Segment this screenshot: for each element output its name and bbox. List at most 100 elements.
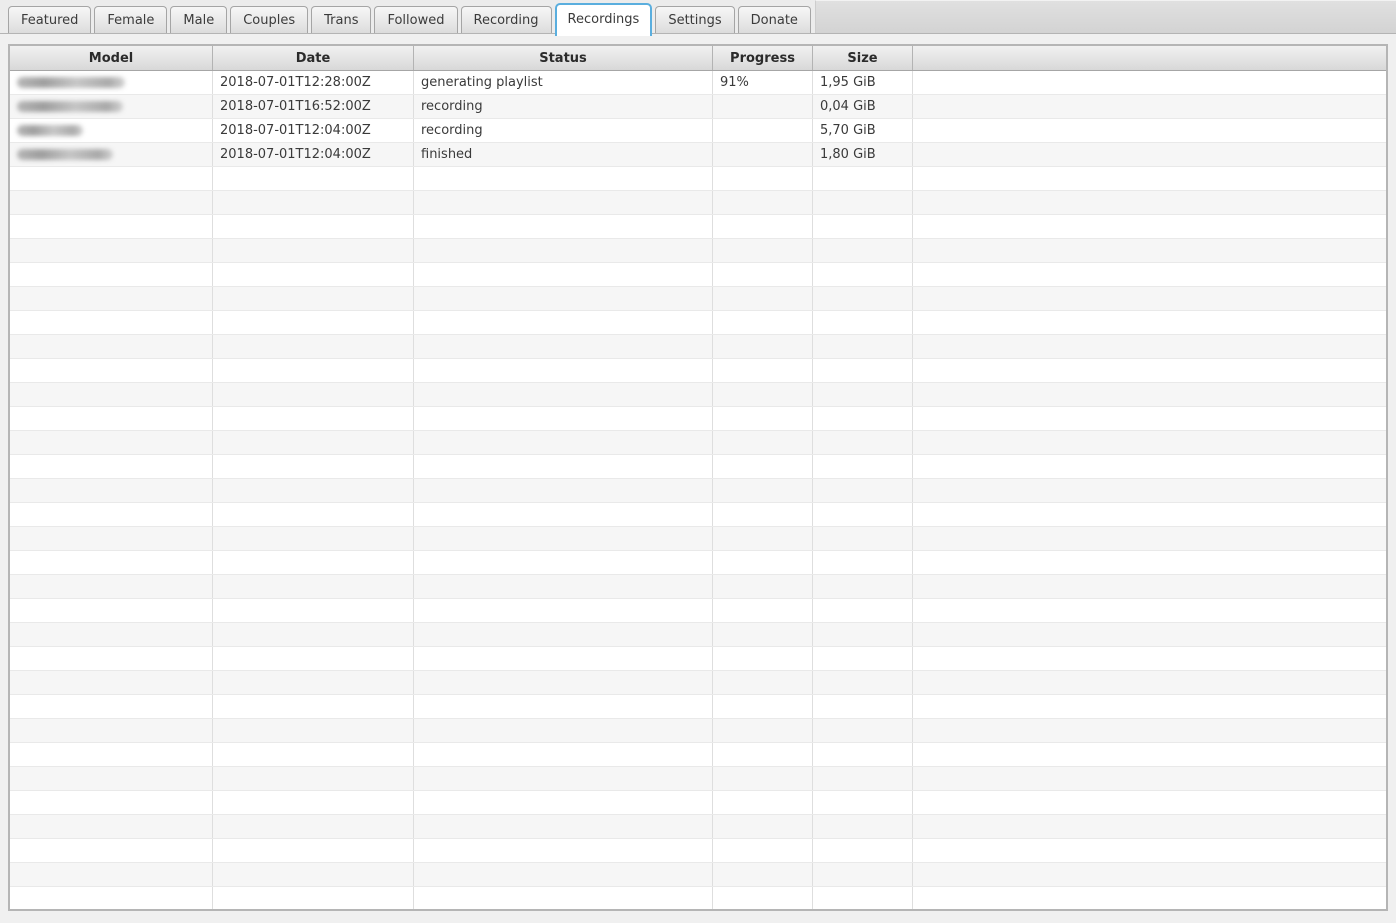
empty-row [10,455,1386,479]
cell-empty [713,407,813,430]
cell-empty [10,527,213,550]
cell-empty [213,767,414,790]
cell-empty [414,479,713,502]
cell-empty [10,551,213,574]
cell-empty [813,527,913,550]
cell-empty [813,335,913,358]
cell-filler [913,719,1386,742]
empty-row [10,599,1386,623]
tab-male[interactable]: Male [170,6,227,33]
cell-filler [913,71,1386,94]
cell-size: 1,80 GiB [813,143,913,166]
recording-row[interactable]: 2018-07-01T12:28:00Zgenerating playlist9… [10,71,1386,95]
cell-date: 2018-07-01T12:04:00Z [213,143,414,166]
cell-filler [913,671,1386,694]
empty-row [10,383,1386,407]
tab-trans[interactable]: Trans [311,6,371,33]
cell-empty [10,455,213,478]
empty-row [10,263,1386,287]
cell-filler [913,359,1386,382]
cell-empty [713,479,813,502]
redacted-model-name [17,149,113,160]
cell-filler [913,407,1386,430]
cell-empty [813,167,913,190]
cell-empty [414,215,713,238]
empty-row [10,359,1386,383]
cell-empty [713,743,813,766]
cell-empty [813,839,913,862]
cell-empty [813,239,913,262]
tab-donate[interactable]: Donate [738,6,811,33]
empty-row [10,551,1386,575]
column-header-progress[interactable]: Progress [713,46,813,70]
cell-empty [713,719,813,742]
cell-empty [213,407,414,430]
cell-empty [10,359,213,382]
cell-empty [813,767,913,790]
cell-empty [713,503,813,526]
cell-empty [10,623,213,646]
cell-empty [10,671,213,694]
cell-empty [10,887,213,909]
cell-empty [414,791,713,814]
tab-couples[interactable]: Couples [230,6,308,33]
tab-female[interactable]: Female [94,6,167,33]
tab-recording[interactable]: Recording [461,6,552,33]
cell-filler [913,551,1386,574]
cell-filler [913,863,1386,886]
cell-empty [414,671,713,694]
cell-empty [10,167,213,190]
cell-empty [713,527,813,550]
cell-empty [813,383,913,406]
recording-row[interactable]: 2018-07-01T12:04:00Zfinished1,80 GiB [10,143,1386,167]
cell-empty [713,287,813,310]
cell-empty [713,815,813,838]
cell-empty [713,455,813,478]
cell-empty [414,647,713,670]
recording-row[interactable]: 2018-07-01T12:04:00Zrecording5,70 GiB [10,119,1386,143]
tab-settings[interactable]: Settings [655,6,734,33]
cell-empty [213,335,414,358]
cell-empty [713,623,813,646]
cell-empty [713,383,813,406]
cell-empty [213,359,414,382]
cell-empty [713,599,813,622]
cell-empty [813,311,913,334]
cell-empty [813,215,913,238]
cell-filler [913,647,1386,670]
empty-row [10,503,1386,527]
cell-empty [10,743,213,766]
cell-empty [414,527,713,550]
tab-followed[interactable]: Followed [374,6,457,33]
cell-empty [414,839,713,862]
empty-row [10,239,1386,263]
cell-empty [713,863,813,886]
cell-filler [913,431,1386,454]
column-header-size[interactable]: Size [813,46,913,70]
cell-filler [913,383,1386,406]
cell-empty [813,695,913,718]
tab-featured[interactable]: Featured [8,6,91,33]
cell-progress [713,143,813,166]
cell-filler [913,143,1386,166]
empty-row [10,623,1386,647]
empty-row [10,671,1386,695]
cell-empty [414,863,713,886]
empty-row [10,791,1386,815]
cell-filler [913,95,1386,118]
cell-empty [414,407,713,430]
cell-empty [414,815,713,838]
tab-recordings[interactable]: Recordings [555,3,653,36]
cell-filler [913,503,1386,526]
column-header-date[interactable]: Date [213,46,414,70]
cell-status: recording [414,119,713,142]
cell-empty [414,719,713,742]
cell-filler [913,887,1386,909]
column-header-status[interactable]: Status [414,46,713,70]
recording-row[interactable]: 2018-07-01T16:52:00Zrecording0,04 GiB [10,95,1386,119]
cell-empty [813,407,913,430]
column-header-model[interactable]: Model [10,46,213,70]
cell-empty [213,743,414,766]
cell-empty [414,623,713,646]
empty-row [10,767,1386,791]
